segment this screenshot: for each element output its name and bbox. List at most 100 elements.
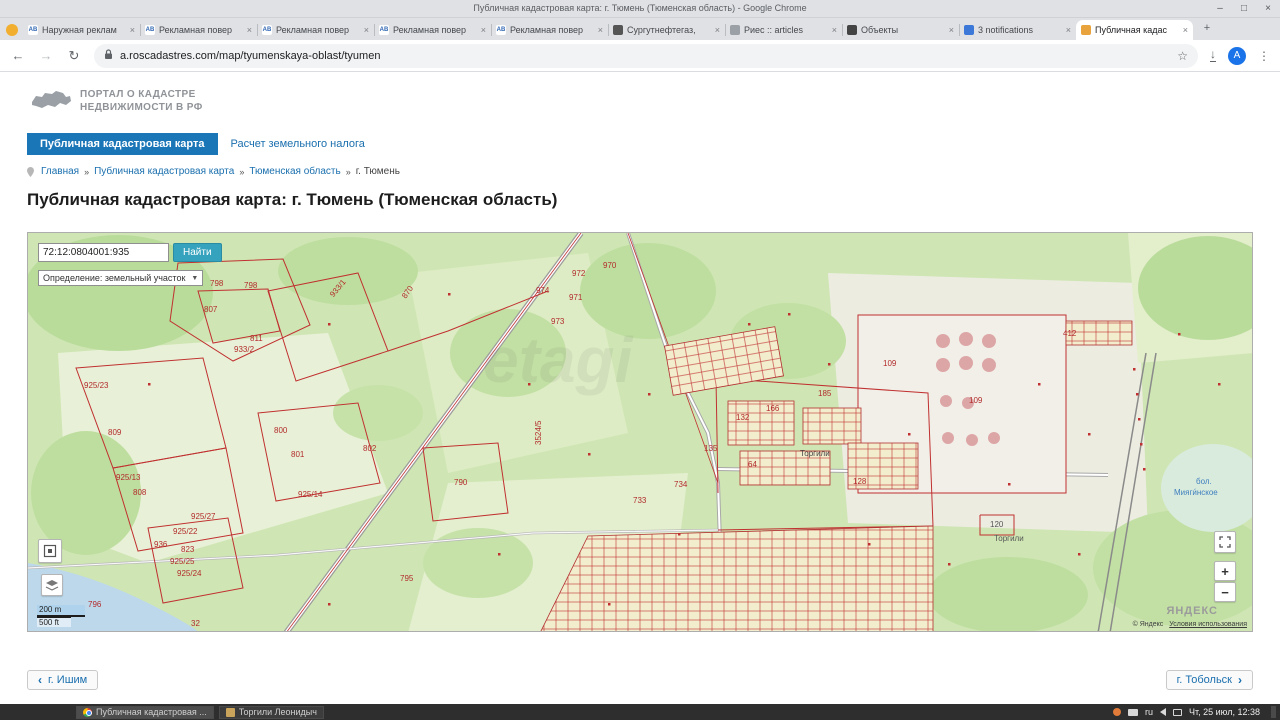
keyboard-icon[interactable] bbox=[1128, 709, 1138, 716]
browser-tabstrip: ABНаружная реклам×ABРекламная повер×ABРе… bbox=[0, 18, 1280, 40]
tab-favicon: AB bbox=[496, 25, 506, 35]
site-logo[interactable]: ПОРТАЛ О КАДАСТРЕ НЕДВИЖИМОСТИ В РФ bbox=[30, 88, 203, 114]
window-title: Публичная кадастровая карта: г. Тюмень (… bbox=[0, 0, 1280, 17]
taskbar-window-button[interactable]: Публичная кадастровая ... bbox=[76, 706, 214, 719]
tab-close-icon[interactable]: × bbox=[247, 25, 252, 35]
window-titlebar: Публичная кадастровая карта: г. Тюмень (… bbox=[0, 0, 1280, 18]
tab-close-icon[interactable]: × bbox=[481, 25, 486, 35]
back-icon[interactable]: ← bbox=[10, 48, 26, 63]
reload-icon[interactable]: ↻ bbox=[66, 48, 82, 64]
map-scale: 200 m 500 ft bbox=[37, 605, 85, 627]
tab-label: Объекты bbox=[861, 25, 945, 35]
maximize-button[interactable]: □ bbox=[1238, 4, 1250, 14]
find-button[interactable]: Найти bbox=[173, 243, 222, 262]
breadcrumb-separator: » bbox=[84, 167, 89, 177]
tab-close-icon[interactable]: × bbox=[1183, 25, 1188, 35]
tab-close-icon[interactable]: × bbox=[364, 25, 369, 35]
breadcrumb-link[interactable]: Главная bbox=[41, 166, 79, 177]
tab-favicon bbox=[1081, 25, 1091, 35]
browser-badge-icon bbox=[6, 24, 18, 36]
language-indicator[interactable]: ru bbox=[1145, 707, 1153, 717]
fullscreen-button[interactable] bbox=[1214, 531, 1236, 553]
profile-avatar[interactable]: A bbox=[1228, 47, 1246, 65]
cadastre-search-input[interactable] bbox=[38, 243, 169, 262]
tab-land-tax-calc[interactable]: Расчет земельного налога bbox=[218, 133, 378, 155]
network-icon[interactable] bbox=[1173, 709, 1182, 716]
browser-navbar: ← → ↻ a.roscadastres.com/map/tyumenskaya… bbox=[0, 40, 1280, 72]
tab-label: Рекламная повер bbox=[276, 25, 360, 35]
site-tabs: Публичная кадастровая карта Расчет земел… bbox=[27, 133, 378, 155]
definition-select[interactable]: Определение: земельный участок ▼ bbox=[38, 270, 203, 286]
layers-icon bbox=[45, 579, 59, 592]
lock-icon bbox=[104, 47, 113, 65]
tab-close-icon[interactable]: × bbox=[1066, 25, 1071, 35]
breadcrumb-link[interactable]: Публичная кадастровая карта bbox=[94, 166, 234, 177]
browser-tab[interactable]: AB Рекламная повер × bbox=[140, 20, 257, 40]
tab-label: Сургутнефтегаз, bbox=[627, 25, 711, 35]
zoom-out-button[interactable]: − bbox=[1214, 582, 1236, 602]
browser-tab[interactable]: ABРекламная повер× bbox=[491, 20, 608, 40]
taskbar-window-label: Торгили Леонидыч bbox=[239, 707, 317, 717]
zoom-in-button[interactable]: + bbox=[1214, 561, 1236, 581]
tab-favicon: AB bbox=[28, 25, 38, 35]
browser-tab[interactable]: Сургутнефтегаз, × bbox=[608, 20, 725, 40]
tab-label: Публичная кадас bbox=[1095, 25, 1179, 35]
tab-public-cadastral-map[interactable]: Публичная кадастровая карта bbox=[27, 133, 218, 155]
taskbar-window-label: Публичная кадастровая ... bbox=[96, 707, 207, 717]
site-logo-text: ПОРТАЛ О КАДАСТРЕ НЕДВИЖИМОСТИ В РФ bbox=[80, 88, 203, 114]
layers-button[interactable] bbox=[41, 574, 63, 596]
new-tab-button[interactable]: + bbox=[1199, 21, 1215, 37]
tab-label: Рекламная повер bbox=[159, 25, 243, 35]
close-button[interactable]: × bbox=[1262, 4, 1274, 14]
browser-tab[interactable]: Объекты × bbox=[842, 20, 959, 40]
browser-menu-icon[interactable]: ⋮ bbox=[1258, 49, 1270, 63]
browser-tab[interactable]: Публичная кадас × bbox=[1076, 20, 1193, 40]
volume-icon[interactable] bbox=[1160, 708, 1166, 716]
tab-favicon: AB bbox=[262, 25, 272, 35]
forward-icon[interactable]: → bbox=[38, 48, 54, 63]
tab-label: 3 notifications bbox=[978, 25, 1062, 35]
page-content: ПОРТАЛ О КАДАСТРЕ НЕДВИЖИМОСТИ В РФ Публ… bbox=[0, 72, 1280, 704]
chevron-right-icon: › bbox=[1238, 675, 1242, 685]
download-icon[interactable]: ↓ bbox=[1210, 49, 1216, 62]
tab-label: Наружная реклам bbox=[42, 25, 126, 35]
browser-tab[interactable]: 3 notifications × bbox=[959, 20, 1076, 40]
breadcrumb-link[interactable]: Тюменская область bbox=[249, 166, 340, 177]
pin-icon bbox=[27, 167, 34, 177]
tab-close-icon[interactable]: × bbox=[130, 25, 135, 35]
breadcrumb-separator: » bbox=[346, 167, 351, 177]
chevron-left-icon: ‹ bbox=[38, 675, 42, 685]
prev-city-button[interactable]: ‹ г. Ишим bbox=[27, 670, 98, 690]
show-desktop-button[interactable] bbox=[1271, 706, 1276, 718]
tray-app-icon[interactable] bbox=[1113, 708, 1121, 716]
tab-favicon: AB bbox=[145, 25, 155, 35]
browser-tabs: ABНаружная реклам×ABРекламная повер×ABРе… bbox=[23, 18, 1193, 40]
tab-label: Риес :: articles bbox=[744, 25, 828, 35]
tab-label: Рекламная повер bbox=[393, 25, 477, 35]
system-tray: ru Чт, 25 июл, 12:38 bbox=[1113, 706, 1276, 718]
taskbar-clock[interactable]: Чт, 25 июл, 12:38 bbox=[1189, 707, 1260, 717]
breadcrumb-separator: » bbox=[239, 167, 244, 177]
next-city-button[interactable]: г. Тобольск › bbox=[1166, 670, 1253, 690]
taskbar-window-button[interactable]: Торгили Леонидыч bbox=[219, 706, 324, 719]
terms-link[interactable]: Условия использования bbox=[1169, 621, 1247, 628]
tab-close-icon[interactable]: × bbox=[832, 25, 837, 35]
minimize-button[interactable]: – bbox=[1214, 4, 1226, 14]
page-title: Публичная кадастровая карта: г. Тюмень (… bbox=[27, 190, 557, 210]
url-bar[interactable]: a.roscadastres.com/map/tyumenskaya-oblas… bbox=[94, 44, 1198, 68]
yandex-logo[interactable]: ЯНДЕКС bbox=[1166, 605, 1218, 617]
map-attribution: © Яндекс bbox=[1133, 621, 1164, 628]
browser-tab[interactable]: AB Наружная реклам × bbox=[23, 20, 140, 40]
tab-close-icon[interactable]: × bbox=[715, 25, 720, 35]
tab-close-icon[interactable]: × bbox=[949, 25, 954, 35]
browser-tab[interactable]: AB Рекламная повер × bbox=[257, 20, 374, 40]
scale-imperial: 500 ft bbox=[37, 617, 71, 627]
bookmark-star-icon[interactable]: ☆ bbox=[1177, 49, 1188, 63]
map-canvas[interactable] bbox=[28, 233, 1253, 632]
breadcrumb-current: г. Тюмень bbox=[356, 166, 400, 177]
browser-tab[interactable]: Риес :: articles × bbox=[725, 20, 842, 40]
scale-metric: 200 m bbox=[37, 605, 85, 617]
browser-tab[interactable]: ABРекламная повер× bbox=[374, 20, 491, 40]
map-type-button[interactable] bbox=[38, 539, 62, 563]
tab-close-icon[interactable]: × bbox=[598, 25, 603, 35]
